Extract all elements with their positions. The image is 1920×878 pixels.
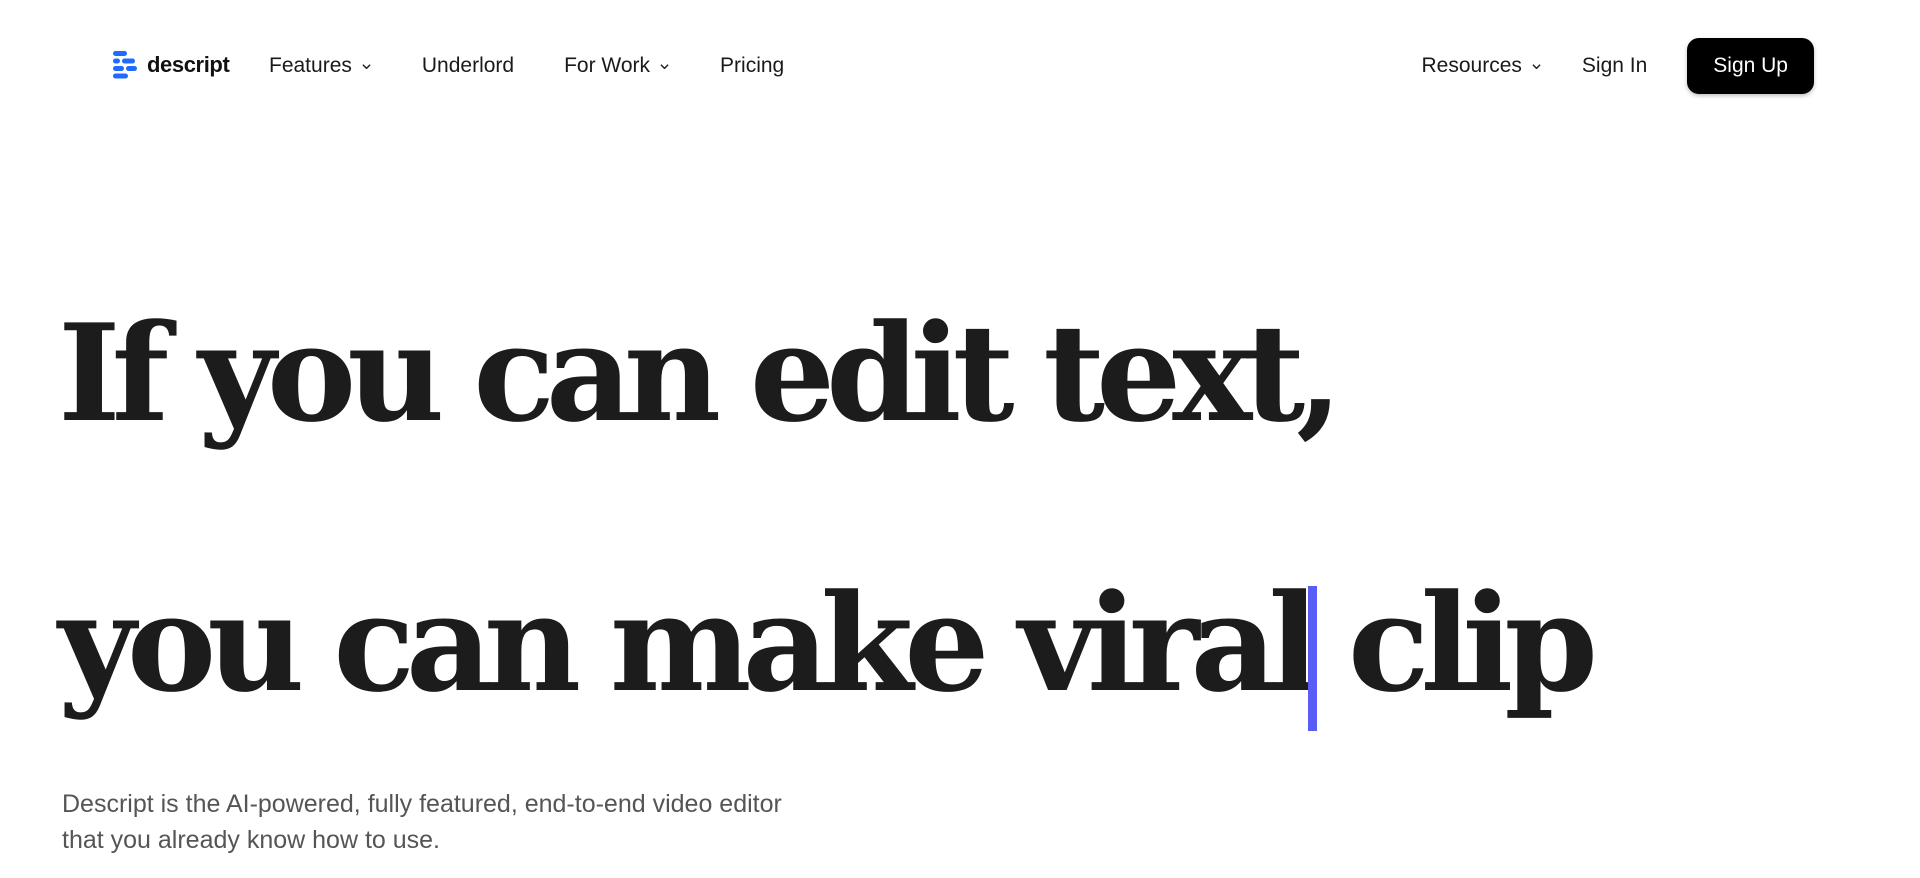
text-cursor-caret [1308,586,1317,731]
nav-item-label: Features [269,54,352,77]
nav-item-label: Resources [1421,54,1522,77]
sign-up-button[interactable]: Sign Up [1687,38,1814,94]
brand-name: descript [147,52,230,77]
nav-item-underlord[interactable]: Underlord [422,54,514,78]
nav-item-label: For Work [564,54,651,77]
hero-subtext-line-1: Descript is the AI-powered, fully featur… [62,790,782,818]
chevron-down-icon [660,63,669,69]
descript-logo-icon [113,51,139,79]
top-navigation: descript Features Underlord For Work Pri… [0,0,1920,132]
nav-item-label: Pricing [720,54,785,77]
nav-item-pricing[interactable]: Pricing [720,54,784,78]
descript-logo-link[interactable]: descript [113,51,230,79]
primary-nav: Features Underlord For Work Pricing [269,50,784,82]
nav-item-for-work[interactable]: For Work [564,54,670,78]
nav-item-label: Underlord [421,54,515,77]
hero-subtext: Descript is the AI-powered, fully featur… [62,786,962,858]
hero-subtext-line-2: that you already know how to use. [62,826,441,854]
chevron-down-icon [362,63,371,69]
chevron-down-icon [1532,63,1541,69]
account-nav: Resources Sign In Sign Up [1422,38,1814,94]
nav-item-resources[interactable]: Resources [1422,54,1542,78]
nav-item-features[interactable]: Features [269,54,372,78]
hero-headline-line-2: you can make viral clip [58,564,1598,722]
hero-headline-line-1: If you can edit text, [58,294,1343,452]
sign-in-link[interactable]: Sign In [1582,54,1647,78]
